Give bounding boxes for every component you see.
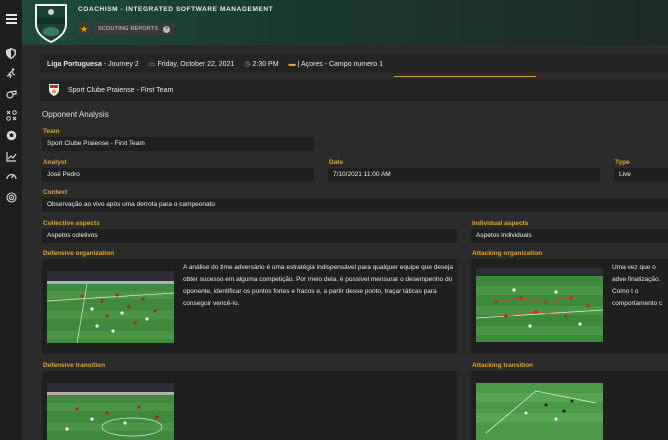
type-field[interactable]: Live bbox=[614, 168, 668, 182]
shield-icon[interactable] bbox=[4, 48, 18, 62]
journey-label: - Journey 2 bbox=[103, 60, 139, 68]
calendar-icon: ▭ bbox=[148, 61, 156, 68]
app-header: COACHISM - INTEGRATED SOFTWARE MANAGEMEN… bbox=[22, 0, 668, 45]
attacking-trans-image[interactable] bbox=[476, 383, 603, 440]
attacking-org-image[interactable] bbox=[476, 268, 603, 342]
runner-icon[interactable] bbox=[4, 68, 18, 82]
speedometer-icon[interactable] bbox=[4, 171, 18, 185]
tab-label: SCOUTING REPORTS bbox=[98, 26, 159, 32]
match-time-text: 2:30 PM bbox=[252, 61, 279, 68]
date-field[interactable]: 7/10/2021 11:00 AM bbox=[328, 168, 600, 182]
context-label: Context bbox=[43, 189, 68, 196]
attacking-org-text: Uma vez que o adve finalização. Como t o… bbox=[612, 264, 663, 307]
defensive-org-text: A análise do time adversário é uma estra… bbox=[183, 264, 453, 307]
stadium-icon: ▬ bbox=[288, 60, 296, 68]
defensive-trans-label: Defensive transition bbox=[43, 362, 106, 369]
target-icon[interactable] bbox=[4, 192, 18, 206]
match-venue-text: | Açores - Campo numero 1 bbox=[297, 60, 384, 68]
chart-line-icon[interactable] bbox=[4, 151, 18, 165]
match-league-journey: Liga Portuguesa - Journey 2 bbox=[47, 61, 139, 68]
collective-field[interactable]: Aspetos coletivos bbox=[42, 229, 457, 243]
team-crest-icon bbox=[49, 84, 59, 96]
team-field[interactable]: Sport Clube Praiense - First Team bbox=[42, 137, 314, 151]
tab-bar: ★ SCOUTING REPORTS × bbox=[78, 23, 175, 35]
team-label: Team bbox=[43, 128, 60, 135]
coachism-logo[interactable] bbox=[32, 2, 70, 44]
match-venue: ▬ | Açores - Campo numero 1 bbox=[289, 61, 383, 68]
defensive-trans-image[interactable] bbox=[47, 383, 174, 440]
date-label: Date bbox=[329, 159, 344, 166]
sidebar bbox=[0, 0, 22, 440]
ball-icon[interactable] bbox=[4, 130, 18, 144]
match-date-text: Friday, October 22, 2021 bbox=[157, 61, 235, 68]
team-name: Sport Clube Praiense - First Team bbox=[68, 86, 174, 94]
defensive-org-label: Defensive organization bbox=[43, 250, 115, 257]
favorite-star-icon[interactable]: ★ bbox=[78, 23, 90, 35]
team-header-bar: Sport Clube Praiense - First Team bbox=[40, 79, 668, 101]
context-field[interactable]: Observação ao vivo após uma derrota para… bbox=[42, 198, 668, 212]
match-date: ▭ Friday, October 22, 2021 bbox=[149, 60, 235, 68]
app-title: COACHISM - INTEGRATED SOFTWARE MANAGEMEN… bbox=[78, 6, 274, 13]
match-info-bar: Liga Portuguesa - Journey 2 ▭ Friday, Oct… bbox=[40, 55, 668, 73]
section-title: Opponent Analysis bbox=[42, 110, 109, 119]
whistle-icon[interactable] bbox=[4, 89, 18, 103]
individual-label: Individual aspects bbox=[472, 220, 529, 227]
attacking-org-label: Attacking organization bbox=[472, 250, 543, 257]
active-underline bbox=[394, 76, 536, 77]
tactics-icon[interactable] bbox=[4, 110, 18, 124]
match-time: ◷ 2:30 PM bbox=[244, 60, 278, 68]
attacking-trans-label: Attacking transition bbox=[472, 362, 534, 369]
close-icon[interactable]: × bbox=[163, 25, 171, 33]
analyst-field[interactable]: José Pedro bbox=[42, 168, 314, 182]
tab-scouting-reports[interactable]: SCOUTING REPORTS × bbox=[94, 23, 175, 35]
collective-label: Collective aspects bbox=[43, 220, 100, 227]
defensive-org-image[interactable] bbox=[47, 271, 174, 343]
analyst-label: Analyst bbox=[43, 159, 67, 166]
league-name: Liga Portuguesa bbox=[47, 60, 102, 68]
type-label: Type bbox=[615, 159, 630, 166]
menu-icon[interactable] bbox=[4, 12, 18, 26]
individual-field[interactable]: Aspetos individuais bbox=[471, 229, 668, 243]
clock-icon: ◷ bbox=[244, 61, 251, 68]
